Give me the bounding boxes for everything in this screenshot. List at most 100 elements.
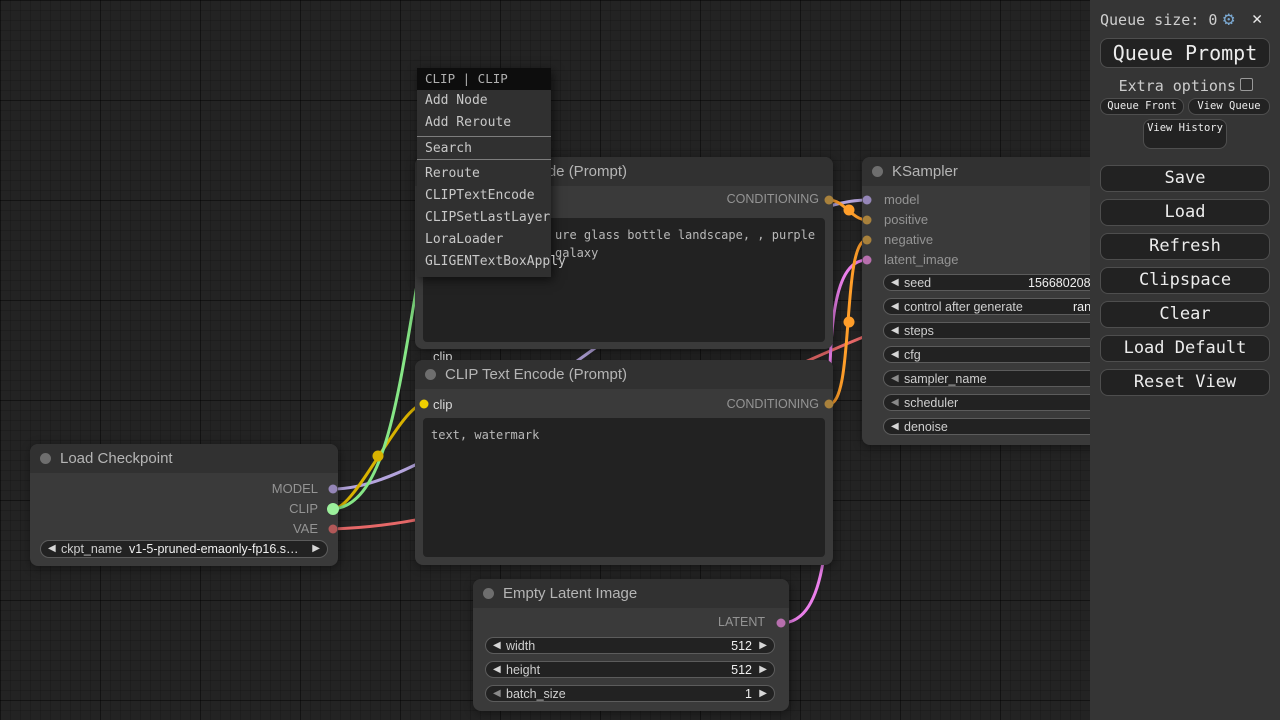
clipspace-button[interactable]: Clipspace <box>1100 267 1270 294</box>
widget-sampler-name[interactable]: ◀ sampler_name <box>883 370 1090 387</box>
node-collapse-dot[interactable] <box>483 588 494 599</box>
decrement-arrow-icon[interactable]: ◀ <box>493 662 501 677</box>
reset-view-button[interactable]: Reset View <box>1100 369 1270 396</box>
queue-front-button[interactable]: Queue Front <box>1100 98 1184 115</box>
decrement-arrow-icon[interactable]: ◀ <box>493 638 501 653</box>
menu-item-cliptextencode[interactable]: CLIPTextEncode <box>417 185 551 207</box>
widget-batch-size[interactable]: ◀ batch_size 1 ▶ <box>485 685 775 702</box>
decrement-arrow-icon[interactable]: ◀ <box>891 395 899 410</box>
refresh-button[interactable]: Refresh <box>1100 233 1270 260</box>
widget-label: scheduler <box>904 395 958 411</box>
increment-arrow-icon[interactable]: ▶ <box>759 662 767 677</box>
increment-arrow-icon[interactable]: ▶ <box>759 638 767 653</box>
widget-label: control after generate <box>904 299 1023 315</box>
output-label-conditioning: CONDITIONING <box>727 397 819 411</box>
widget-label: height <box>506 662 540 678</box>
widget-label: ckpt_name <box>61 541 122 557</box>
widget-label: batch_size <box>506 686 566 702</box>
menu-item-add-reroute[interactable]: Add Reroute <box>417 112 551 134</box>
node-collapse-dot[interactable] <box>872 166 883 177</box>
widget-denoise[interactable]: ◀ denoise <box>883 418 1090 435</box>
menu-item-clipsetlastlayer[interactable]: CLIPSetLastLayer <box>417 207 551 229</box>
widget-value: 512 <box>731 638 752 654</box>
link-midpoint-dot-positive[interactable] <box>844 205 855 216</box>
output-label-model: MODEL <box>272 481 318 496</box>
save-button[interactable]: Save <box>1100 165 1270 192</box>
output-label-latent: LATENT <box>718 615 765 629</box>
widget-value: ran <box>1073 299 1090 315</box>
input-label-positive: positive <box>884 212 928 227</box>
widget-label: steps <box>904 323 934 339</box>
widget-label: cfg <box>904 347 921 363</box>
queue-size-label: Queue size: 0 <box>1100 11 1217 29</box>
widget-value: v1-5-pruned-emaonly-fp16.s… <box>129 541 299 557</box>
decrement-arrow-icon[interactable]: ◀ <box>891 275 899 290</box>
node-title: Empty Latent Image <box>503 579 637 608</box>
widget-cfg[interactable]: ◀ cfg <box>883 346 1090 363</box>
decrement-arrow-icon[interactable]: ◀ <box>493 686 501 701</box>
node-collapse-dot[interactable] <box>40 453 51 464</box>
widget-ckpt-name[interactable]: ◀ ckpt_name v1-5-pruned-emaonly-fp16.s… … <box>40 540 328 558</box>
extra-options-label: Extra options <box>1100 77 1236 95</box>
decrement-arrow-icon[interactable]: ◀ <box>891 299 899 314</box>
view-history-button[interactable]: View History <box>1143 119 1227 149</box>
load-button[interactable]: Load <box>1100 199 1270 226</box>
view-queue-button[interactable]: View Queue <box>1188 98 1270 115</box>
extra-options-checkbox[interactable] <box>1240 78 1253 91</box>
node-empty-latent-image[interactable]: Empty Latent Image LATENT ◀ width 512 ▶ … <box>473 579 789 711</box>
decrement-arrow-icon[interactable]: ◀ <box>891 371 899 386</box>
widget-seed[interactable]: ◀ seed 1566802087 <box>883 274 1090 291</box>
node-graph-canvas[interactable]: CLIP Text Encode (Prompt) clip CONDITION… <box>0 0 1090 720</box>
widget-width[interactable]: ◀ width 512 ▶ <box>485 637 775 654</box>
widget-scheduler[interactable]: ◀ scheduler <box>883 394 1090 411</box>
link-midpoint-dot-negative[interactable] <box>844 317 855 328</box>
output-label-clip: CLIP <box>289 501 318 516</box>
menu-item-add-node[interactable]: Add Node <box>417 90 551 112</box>
widget-label: width <box>506 638 535 654</box>
next-option-arrow-icon[interactable]: ▶ <box>312 541 320 556</box>
output-label-conditioning: CONDITIONING <box>727 192 819 206</box>
input-label-negative: negative <box>884 232 933 247</box>
widget-control-after-generate[interactable]: ◀ control after generate ran <box>883 298 1090 315</box>
node-clip-text-encode-negative[interactable]: CLIP Text Encode (Prompt) clip CONDITION… <box>415 360 833 565</box>
wire-clip-dragging <box>333 273 419 509</box>
add-node-context-menu: CLIP | CLIP Add Node Add Reroute Search … <box>417 68 551 277</box>
increment-arrow-icon[interactable]: ▶ <box>759 686 767 701</box>
input-label-clip: clip <box>433 397 453 412</box>
wire-clip <box>333 404 424 509</box>
node-title: CLIP Text Encode (Prompt) <box>445 360 627 389</box>
link-midpoint-dot-clip[interactable] <box>373 451 384 462</box>
menu-item-loraloader[interactable]: LoraLoader <box>417 229 551 251</box>
menu-item-gligentextboxapply[interactable]: GLIGENTextBoxApply <box>417 251 551 273</box>
menu-item-search[interactable]: Search <box>417 136 551 160</box>
node-load-checkpoint[interactable]: Load Checkpoint MODEL CLIP VAE ◀ ckpt_na… <box>30 444 338 566</box>
widget-height[interactable]: ◀ height 512 ▶ <box>485 661 775 678</box>
clear-button[interactable]: Clear <box>1100 301 1270 328</box>
widget-value: 1 <box>745 686 752 702</box>
queue-prompt-button[interactable]: Queue Prompt <box>1100 38 1270 68</box>
output-label-vae: VAE <box>293 521 318 536</box>
load-default-button[interactable]: Load Default <box>1100 335 1270 362</box>
node-title: Load Checkpoint <box>60 444 173 473</box>
decrement-arrow-icon[interactable]: ◀ <box>891 419 899 434</box>
settings-gear-icon[interactable]: ⚙ <box>1223 8 1234 30</box>
input-label-latent-image: latent_image <box>884 252 958 267</box>
node-collapse-dot[interactable] <box>425 369 436 380</box>
node-title: KSampler <box>892 157 958 186</box>
widget-steps[interactable]: ◀ steps <box>883 322 1090 339</box>
widget-value: 1566802087 <box>1028 275 1090 291</box>
context-menu-title: CLIP | CLIP <box>417 68 551 90</box>
prev-option-arrow-icon[interactable]: ◀ <box>48 541 56 556</box>
close-icon[interactable]: ✕ <box>1252 8 1262 30</box>
prompt-textarea[interactable]: text, watermark <box>423 418 825 557</box>
comfyui-app: CLIP Text Encode (Prompt) clip CONDITION… <box>0 0 1280 720</box>
widget-label: seed <box>904 275 931 291</box>
input-label-model: model <box>884 192 919 207</box>
menu-item-reroute[interactable]: Reroute <box>417 163 551 185</box>
widget-label: denoise <box>904 419 948 435</box>
queue-sidebar: Queue size: 0 ⚙ ✕ Queue Prompt Extra opt… <box>1090 0 1280 720</box>
node-ksampler[interactable]: KSampler model positive negative latent_… <box>862 157 1090 445</box>
decrement-arrow-icon[interactable]: ◀ <box>891 323 899 338</box>
decrement-arrow-icon[interactable]: ◀ <box>891 347 899 362</box>
widget-value: 512 <box>731 662 752 678</box>
